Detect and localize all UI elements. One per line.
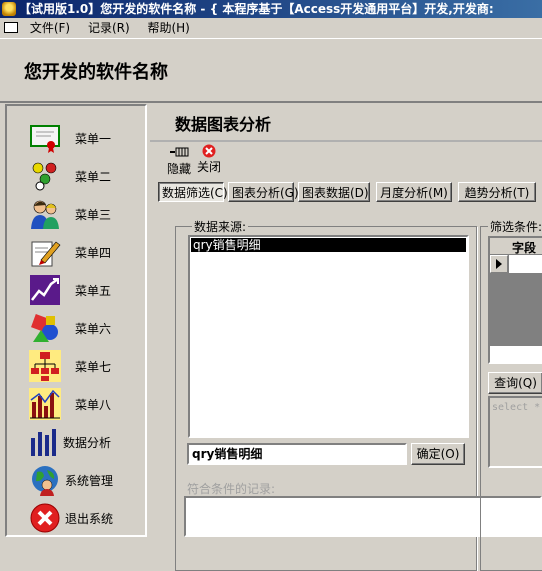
sidebar-item-menu1[interactable]: 菜单一 — [7, 120, 147, 156]
sidebar-item-menu5[interactable]: 菜单五 — [7, 272, 147, 308]
sidebar-item-label: 菜单三 — [75, 208, 112, 222]
sidebar: 菜单一 菜单二 菜单三 菜单四 菜单五 菜单六 菜单七 菜单八 数据分析 系统管… — [5, 104, 147, 537]
sidebar-item-label: 菜单五 — [75, 284, 112, 298]
menu-records[interactable]: 记录(R) — [88, 18, 130, 38]
sidebar-item-label: 菜单六 — [75, 322, 112, 336]
window-title: 【试用版1.0】您开发的软件名称 - { 本程序基于【Access开发通用平台】… — [19, 2, 494, 16]
sidebar-item-label: 数据分析 — [63, 436, 112, 450]
sidebar-item-menu3[interactable]: 菜单三 — [7, 196, 147, 232]
form-icon[interactable] — [4, 22, 18, 33]
filter-grid[interactable]: 字段 — [488, 236, 542, 364]
tab-strip: 数据筛选(C) 图表分析(G) 图表数据(D) 月度分析(M) 趋势分析(T) — [158, 182, 542, 204]
sidebar-item-label: 菜单一 — [75, 132, 112, 146]
sidebar-item-label: 退出系统 — [65, 512, 114, 526]
confirm-button[interactable]: 确定(O) — [411, 443, 465, 465]
app-icon — [2, 2, 16, 16]
sidebar-item-analytics[interactable]: 数据分析 — [7, 424, 147, 460]
record-selector[interactable] — [490, 255, 508, 273]
list-item[interactable]: qry销售明细 — [191, 238, 466, 252]
certificate-icon — [30, 125, 60, 153]
molecule-icon — [32, 162, 57, 191]
grid-footer — [490, 346, 542, 362]
exit-x-icon — [30, 503, 60, 533]
grid-cell[interactable] — [509, 255, 542, 273]
data-source-list[interactable]: qry销售明细 — [188, 235, 469, 438]
data-source-label: 数据来源: — [192, 218, 249, 235]
tab-chart-analysis[interactable]: 图表分析(G) — [228, 182, 299, 202]
shapes-icon — [31, 314, 58, 342]
close-label: 关闭 — [196, 160, 221, 174]
close-icon — [193, 144, 225, 158]
trend-chart-icon — [30, 275, 60, 305]
sidebar-item-menu8[interactable]: 菜单八 — [7, 386, 147, 422]
tab-chart-data[interactable]: 图表数据(D) — [298, 182, 370, 202]
column-header: 字段 — [512, 241, 537, 255]
query-button[interactable]: 查询(Q) — [488, 372, 542, 394]
sidebar-item-menu2[interactable]: 菜单二 — [7, 158, 147, 194]
grid-header: 字段 — [490, 238, 542, 255]
tab-data-filter[interactable]: 数据筛选(C) — [158, 182, 228, 202]
sidebar-item-label: 菜单二 — [75, 170, 112, 184]
users-icon — [31, 200, 59, 229]
sidebar-item-label: 菜单七 — [75, 360, 112, 374]
bar-chart-icon — [29, 388, 61, 420]
sidebar-item-menu4[interactable]: 菜单四 — [7, 234, 147, 270]
hide-label: 隐藏 — [166, 162, 191, 176]
sidebar-item-exit[interactable]: 退出系统 — [7, 500, 147, 536]
sidebar-item-menu7[interactable]: 菜单七 — [7, 348, 147, 384]
sidebar-item-menu6[interactable]: 菜单六 — [7, 310, 147, 346]
tab-monthly-analysis[interactable]: 月度分析(M) — [376, 182, 452, 202]
menubar: 文件(F) 记录(R) 帮助(H) — [0, 18, 542, 39]
sql-input[interactable]: select * — [488, 396, 542, 468]
edit-pencil-icon — [31, 241, 61, 267]
analytics-bars-icon — [31, 429, 56, 456]
filter-label: 筛选条件: — [488, 218, 542, 235]
results-label: 符合条件的记录: — [187, 482, 276, 496]
window-titlebar: 【试用版1.0】您开发的软件名称 - { 本程序基于【Access开发通用平台】… — [0, 0, 542, 18]
sidebar-item-label: 系统管理 — [65, 474, 114, 488]
sidebar-item-system[interactable]: 系统管理 — [7, 462, 147, 498]
app-title: 您开发的软件名称 — [24, 62, 168, 83]
hide-button[interactable]: 隐藏 — [163, 144, 195, 176]
close-button[interactable]: 关闭 — [193, 144, 225, 176]
hide-icon — [163, 146, 195, 160]
page-title: 数据图表分析 — [175, 115, 272, 134]
main-panel: 数据图表分析 隐藏 关闭 数据筛选(C) 图表分析(G) 图表数据(D) 月度分… — [150, 104, 542, 571]
sidebar-item-label: 菜单八 — [75, 398, 112, 412]
panel-header: 数据图表分析 — [150, 104, 542, 142]
menu-help[interactable]: 帮助(H) — [147, 18, 189, 38]
sidebar-item-label: 菜单四 — [75, 246, 112, 260]
tab-trend-analysis[interactable]: 趋势分析(T) — [458, 182, 536, 202]
menu-file[interactable]: 文件(F) — [30, 18, 70, 38]
app-header: 您开发的软件名称 — [0, 39, 542, 103]
globe-user-icon — [32, 466, 58, 496]
org-chart-icon — [29, 350, 61, 382]
data-source-input[interactable]: qry销售明细 — [187, 443, 407, 465]
